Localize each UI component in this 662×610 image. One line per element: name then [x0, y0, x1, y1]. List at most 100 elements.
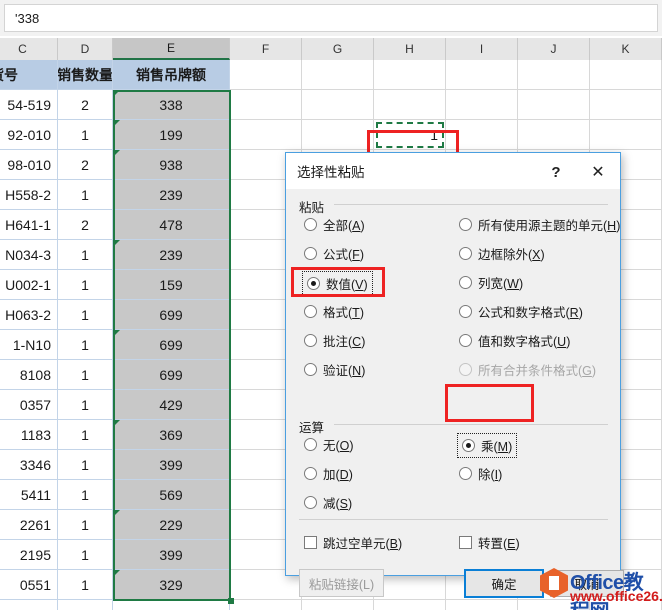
column-header-h[interactable]: H — [374, 38, 446, 60]
table-row-cell-e[interactable]: 239 — [113, 240, 230, 270]
table-row-cell-d[interactable]: 1 — [58, 300, 113, 330]
operation-option-1[interactable]: 加(D) — [304, 464, 353, 483]
column-header-e[interactable]: E — [113, 38, 230, 60]
paste-option-1[interactable]: 公式(F) — [304, 244, 364, 263]
paste-option-3[interactable]: 格式(T) — [304, 302, 364, 321]
table-row-cell-d[interactable]: 2 — [58, 210, 113, 240]
table-row-cell-c[interactable]: 2261 — [0, 510, 58, 540]
table-row-cell-c[interactable]: N034-3 — [0, 240, 58, 270]
empty-cell[interactable] — [374, 60, 446, 90]
table-row-cell-e[interactable]: 239 — [113, 180, 230, 210]
empty-cell[interactable] — [518, 120, 590, 150]
table-row-cell-c[interactable]: 1183 — [0, 420, 58, 450]
empty-cell[interactable] — [590, 600, 662, 610]
table-row-cell-e[interactable]: 429 — [113, 600, 230, 610]
table-row-cell-e[interactable]: 399 — [113, 540, 230, 570]
empty-cell[interactable] — [590, 120, 662, 150]
cell-d-header[interactable]: 销售数量 — [58, 60, 113, 90]
empty-cell[interactable] — [374, 600, 446, 610]
table-row-cell-c[interactable]: 92-010 — [0, 120, 58, 150]
ok-button[interactable]: 确定 — [464, 569, 544, 598]
formula-input[interactable]: '338 — [4, 4, 658, 32]
cancel-button[interactable]: 取消 — [550, 570, 624, 597]
table-row-cell-d[interactable]: 1 — [58, 330, 113, 360]
checkbox-1[interactable]: 转置(E) — [459, 533, 520, 552]
empty-cell[interactable] — [446, 90, 518, 120]
paste-option-5[interactable]: 验证(N) — [304, 360, 365, 379]
table-row-cell-d[interactable]: 1 — [58, 120, 113, 150]
column-header-g[interactable]: G — [302, 38, 374, 60]
paste-option-2[interactable]: 数值(V) — [302, 271, 373, 296]
column-header-i[interactable]: I — [446, 38, 518, 60]
empty-cell[interactable] — [302, 90, 374, 120]
table-row-cell-c[interactable]: H641-1 — [0, 210, 58, 240]
table-row-cell-e[interactable]: 699 — [113, 360, 230, 390]
table-row-cell-c[interactable]: H063-2 — [0, 300, 58, 330]
operation-option-0[interactable]: 无(O) — [304, 435, 354, 454]
empty-cell[interactable] — [230, 90, 302, 120]
table-row-cell-e[interactable]: 569 — [113, 480, 230, 510]
table-row-cell-d[interactable]: 2 — [58, 150, 113, 180]
operation-right-option-1[interactable]: 除(I) — [459, 464, 502, 483]
table-row-cell-e[interactable]: 429 — [113, 390, 230, 420]
table-row-cell-d[interactable]: 1 — [58, 180, 113, 210]
help-icon[interactable]: ? — [546, 162, 566, 182]
table-row-cell-d[interactable]: 1 — [58, 390, 113, 420]
empty-cell[interactable] — [446, 120, 518, 150]
table-row-cell-d[interactable]: 1 — [58, 540, 113, 570]
table-row-cell-c[interactable]: 3346 — [0, 450, 58, 480]
table-row-cell-c[interactable]: 1-N10 — [0, 330, 58, 360]
table-row-cell-c[interactable]: 5411 — [0, 480, 58, 510]
empty-cell[interactable] — [230, 120, 302, 150]
table-row-cell-c[interactable]: 2195 — [0, 540, 58, 570]
operation-option-2[interactable]: 减(S) — [304, 493, 352, 512]
table-row-cell-d[interactable]: 1 — [58, 270, 113, 300]
paste-right-option-0[interactable]: 所有使用源主题的单元(H) — [459, 215, 620, 234]
table-row-cell-c[interactable]: U002-1 — [0, 270, 58, 300]
table-row-cell-e[interactable]: 699 — [113, 300, 230, 330]
table-row-cell-e[interactable]: 199 — [113, 120, 230, 150]
table-row-cell-e[interactable]: 329 — [113, 570, 230, 600]
operation-right-option-0[interactable]: 乘(M) — [456, 433, 518, 458]
empty-cell[interactable] — [590, 90, 662, 120]
table-row-cell-c[interactable]: 0357 — [0, 390, 58, 420]
empty-cell[interactable] — [230, 600, 302, 610]
cell-e-header[interactable]: 销售吊牌额 — [113, 60, 230, 90]
selection-fill-handle[interactable] — [228, 598, 234, 604]
empty-cell[interactable] — [590, 60, 662, 90]
table-row-cell-d[interactable]: 1 — [58, 240, 113, 270]
empty-cell[interactable] — [302, 60, 374, 90]
table-row-cell-e[interactable]: 159 — [113, 270, 230, 300]
copied-cell-marching-ants[interactable]: 1 — [376, 122, 444, 148]
paste-option-0[interactable]: 全部(A) — [304, 215, 365, 234]
table-row-cell-c[interactable]: 54-519 — [0, 90, 58, 120]
paste-link-button[interactable]: 粘贴链接(L) — [299, 569, 384, 597]
cell-c-header[interactable]: 货号 — [0, 60, 58, 90]
table-row-cell-c[interactable]: 3567 — [0, 600, 58, 610]
table-row-cell-d[interactable]: 1 — [58, 510, 113, 540]
empty-cell[interactable] — [446, 600, 518, 610]
checkbox-0[interactable]: 跳过空单元(B) — [304, 533, 402, 552]
paste-right-option-3[interactable]: 公式和数字格式(R) — [459, 302, 583, 321]
table-row-cell-e[interactable]: 699 — [113, 330, 230, 360]
close-icon[interactable]: ✕ — [586, 161, 610, 183]
empty-cell[interactable] — [446, 60, 518, 90]
table-row-cell-e[interactable]: 478 — [113, 210, 230, 240]
table-row-cell-d[interactable]: 1 — [58, 450, 113, 480]
table-row-cell-c[interactable]: 0551 — [0, 570, 58, 600]
empty-cell[interactable] — [518, 60, 590, 90]
empty-cell[interactable] — [230, 60, 302, 90]
empty-cell[interactable] — [518, 600, 590, 610]
table-row-cell-e[interactable]: 229 — [113, 510, 230, 540]
paste-right-option-1[interactable]: 边框除外(X) — [459, 244, 545, 263]
table-row-cell-c[interactable]: 98-010 — [0, 150, 58, 180]
column-header-c[interactable]: C — [0, 38, 58, 60]
column-header-d[interactable]: D — [58, 38, 113, 60]
paste-option-4[interactable]: 批注(C) — [304, 331, 365, 350]
column-header-f[interactable]: F — [230, 38, 302, 60]
table-row-cell-d[interactable]: 1 — [58, 480, 113, 510]
table-row-cell-d[interactable]: 1 — [58, 600, 113, 610]
table-row-cell-d[interactable]: 1 — [58, 420, 113, 450]
empty-cell[interactable] — [518, 90, 590, 120]
column-header-j[interactable]: J — [518, 38, 590, 60]
